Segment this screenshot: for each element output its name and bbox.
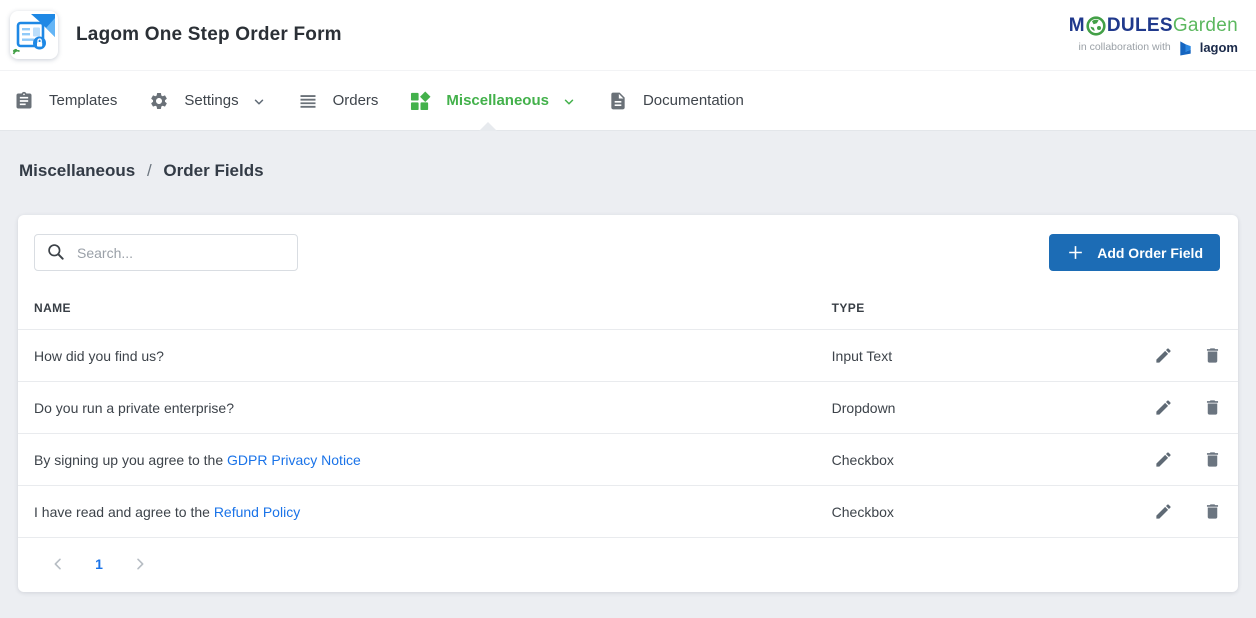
edit-button[interactable] [1154,450,1173,469]
row-type: Input Text [816,330,1112,382]
list-icon [298,91,318,111]
grid-icon [410,91,431,111]
pencil-icon [1154,502,1173,521]
modulesgarden-wordmark: M DULES Garden [1069,15,1238,37]
app-header: Lagom One Step Order Form M DULES Garden… [0,0,1256,70]
lagom-l-icon [1177,39,1194,56]
trash-icon [1203,398,1222,417]
chevron-left-icon [50,556,66,572]
gear-icon [149,91,169,111]
plus-icon [1066,243,1085,262]
search-box [34,234,298,271]
row-name: I have read and agree to the [34,504,214,520]
edit-button[interactable] [1154,398,1173,417]
nav-item-label: Documentation [643,92,744,109]
delete-button[interactable] [1203,502,1222,521]
wordmark-m: M [1069,15,1085,37]
content-card: Add Order Field NAME TYPE How did you fi… [18,215,1238,592]
pagination-page-current[interactable]: 1 [90,556,108,572]
nav-item-templates[interactable]: Templates [14,71,117,130]
document-icon [608,91,628,111]
add-order-field-label: Add Order Field [1097,245,1203,261]
delete-button[interactable] [1203,450,1222,469]
table-row: How did you find us? Input Text [18,330,1238,382]
row-type: Checkbox [816,486,1112,538]
column-header-name: NAME [18,297,816,330]
table-row: By signing up you agree to the GDPR Priv… [18,434,1238,486]
page-title: Lagom One Step Order Form [76,24,342,46]
row-name: By signing up you agree to the [34,452,227,468]
search-icon [46,242,66,267]
chevron-down-icon [252,95,266,109]
wordmark-garden: Garden [1173,15,1238,37]
trash-icon [1203,502,1222,521]
page: Lagom One Step Order Form M DULES Garden… [0,0,1256,618]
nav-item-orders[interactable]: Orders [298,71,379,130]
row-name: How did you find us? [34,348,164,364]
search-input[interactable] [34,234,298,271]
table-row: Do you run a private enterprise? Dropdow… [18,382,1238,434]
pagination-next-button[interactable] [132,556,148,572]
chevron-right-icon [132,556,148,572]
globe-icon [1086,16,1106,36]
breadcrumb-separator: / [140,161,159,180]
breadcrumb: Miscellaneous / Order Fields [0,131,1256,181]
delete-button[interactable] [1203,398,1222,417]
active-tab-caret [479,122,497,131]
pagination-prev-button[interactable] [50,556,66,572]
lagom-wordmark: lagom [1200,40,1238,55]
breadcrumb-current: Order Fields [163,161,263,180]
nav-item-label: Miscellaneous [446,92,549,109]
breadcrumb-section[interactable]: Miscellaneous [19,161,135,180]
row-link[interactable]: Refund Policy [214,504,300,520]
row-link[interactable]: GDPR Privacy Notice [227,452,361,468]
chevron-down-icon [562,95,576,109]
collab-text: in collaboration with [1078,41,1170,53]
nav-item-settings[interactable]: Settings [149,71,265,130]
order-fields-table: NAME TYPE How did you find us? Input Tex… [18,297,1238,538]
delete-button[interactable] [1203,346,1222,365]
table-header-row: NAME TYPE [18,297,1238,330]
pencil-icon [1154,398,1173,417]
pencil-icon [1154,346,1173,365]
trash-icon [1203,450,1222,469]
edit-button[interactable] [1154,502,1173,521]
row-type: Checkbox [816,434,1112,486]
content-area: Miscellaneous / Order Fields [0,131,1256,618]
table-row: I have read and agree to the Refund Poli… [18,486,1238,538]
nav-item-label: Orders [333,92,379,109]
app-logo [10,11,58,59]
trash-icon [1203,346,1222,365]
order-form-lock-icon [11,12,57,58]
column-header-type: TYPE [816,297,1112,330]
pencil-icon [1154,450,1173,469]
clipboard-icon [14,91,34,111]
collaboration-row: in collaboration with lagom [1069,39,1238,56]
pagination: 1 [18,538,1238,592]
edit-button[interactable] [1154,346,1173,365]
modulesgarden-logo: M DULES Garden in collaboration with [1069,15,1242,56]
row-type: Dropdown [816,382,1112,434]
nav-item-label: Templates [49,92,117,109]
add-order-field-button[interactable]: Add Order Field [1049,234,1220,271]
nav-item-label: Settings [184,92,238,109]
column-header-actions [1112,297,1238,330]
row-name: Do you run a private enterprise? [34,400,234,416]
card-toolbar: Add Order Field [18,234,1238,271]
main-nav: Templates Settings Orders Misc [0,70,1256,131]
wordmark-dules: DULES [1107,15,1173,37]
nav-item-documentation[interactable]: Documentation [608,71,744,130]
